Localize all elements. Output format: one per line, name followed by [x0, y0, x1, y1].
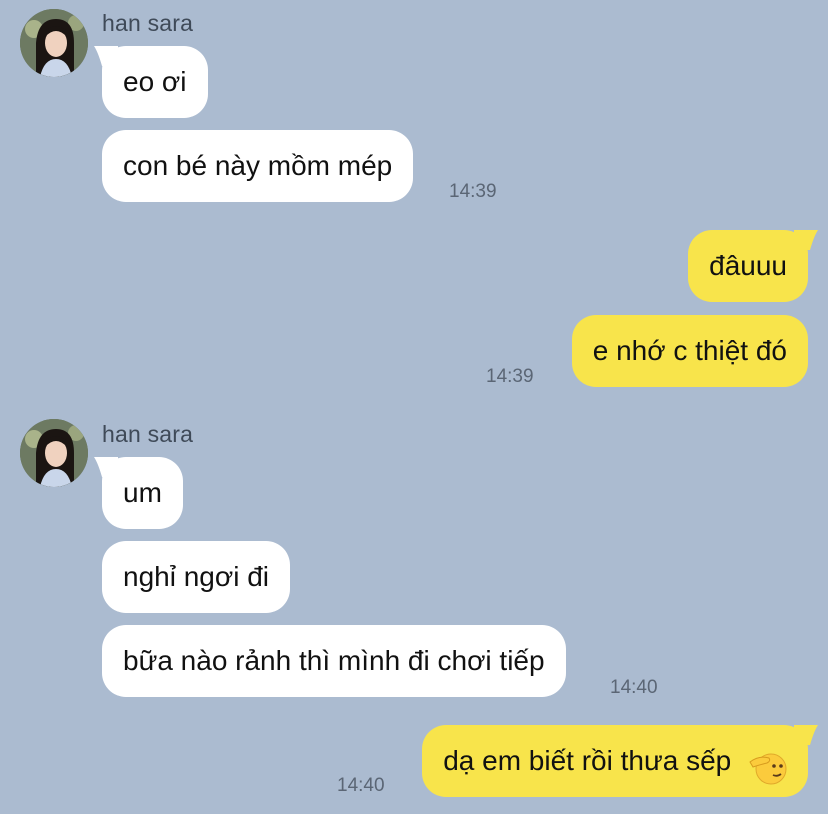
message-timestamp: 14:40	[337, 775, 385, 796]
message-text: nghỉ ngơi đi	[123, 561, 270, 592]
message-text: e nhớ c thiệt đó	[592, 335, 787, 366]
message-text: dạ em biết rồi thưa sếp	[443, 745, 732, 776]
message-text: eo ơi	[123, 66, 187, 97]
message-bubble[interactable]: bữa nào rảnh thì mình đi chơi tiếp	[102, 625, 566, 697]
sender-name: han sara	[102, 421, 194, 447]
message-text: đâuuu	[709, 250, 787, 281]
message-bubble[interactable]: nghỉ ngơi đi	[102, 541, 291, 613]
message-bubble[interactable]: e nhớ c thiệt đó	[571, 315, 808, 387]
message-bubble[interactable]: đâuuu	[688, 230, 808, 302]
message-text: con bé này mồm mép	[123, 150, 393, 181]
avatar[interactable]	[20, 9, 88, 77]
message-bubble[interactable]: dạ em biết rồi thưa sếp	[422, 725, 808, 797]
avatar[interactable]	[20, 419, 88, 487]
message-text: um	[123, 477, 162, 508]
message-bubble[interactable]: con bé này mồm mép	[102, 130, 414, 202]
message-text: bữa nào rảnh thì mình đi chơi tiếp	[123, 645, 545, 676]
sender-name: han sara	[102, 10, 194, 36]
chat-thread: han sara eo ơi con bé này mồm mép 14:39 …	[0, 0, 828, 814]
message-bubble[interactable]: eo ơi	[102, 46, 208, 118]
message-timestamp: 14:39	[449, 181, 497, 202]
message-timestamp: 14:39	[486, 366, 534, 387]
saluting-face-icon	[749, 742, 787, 785]
message-timestamp: 14:40	[610, 677, 658, 698]
message-bubble[interactable]: um	[102, 457, 183, 529]
